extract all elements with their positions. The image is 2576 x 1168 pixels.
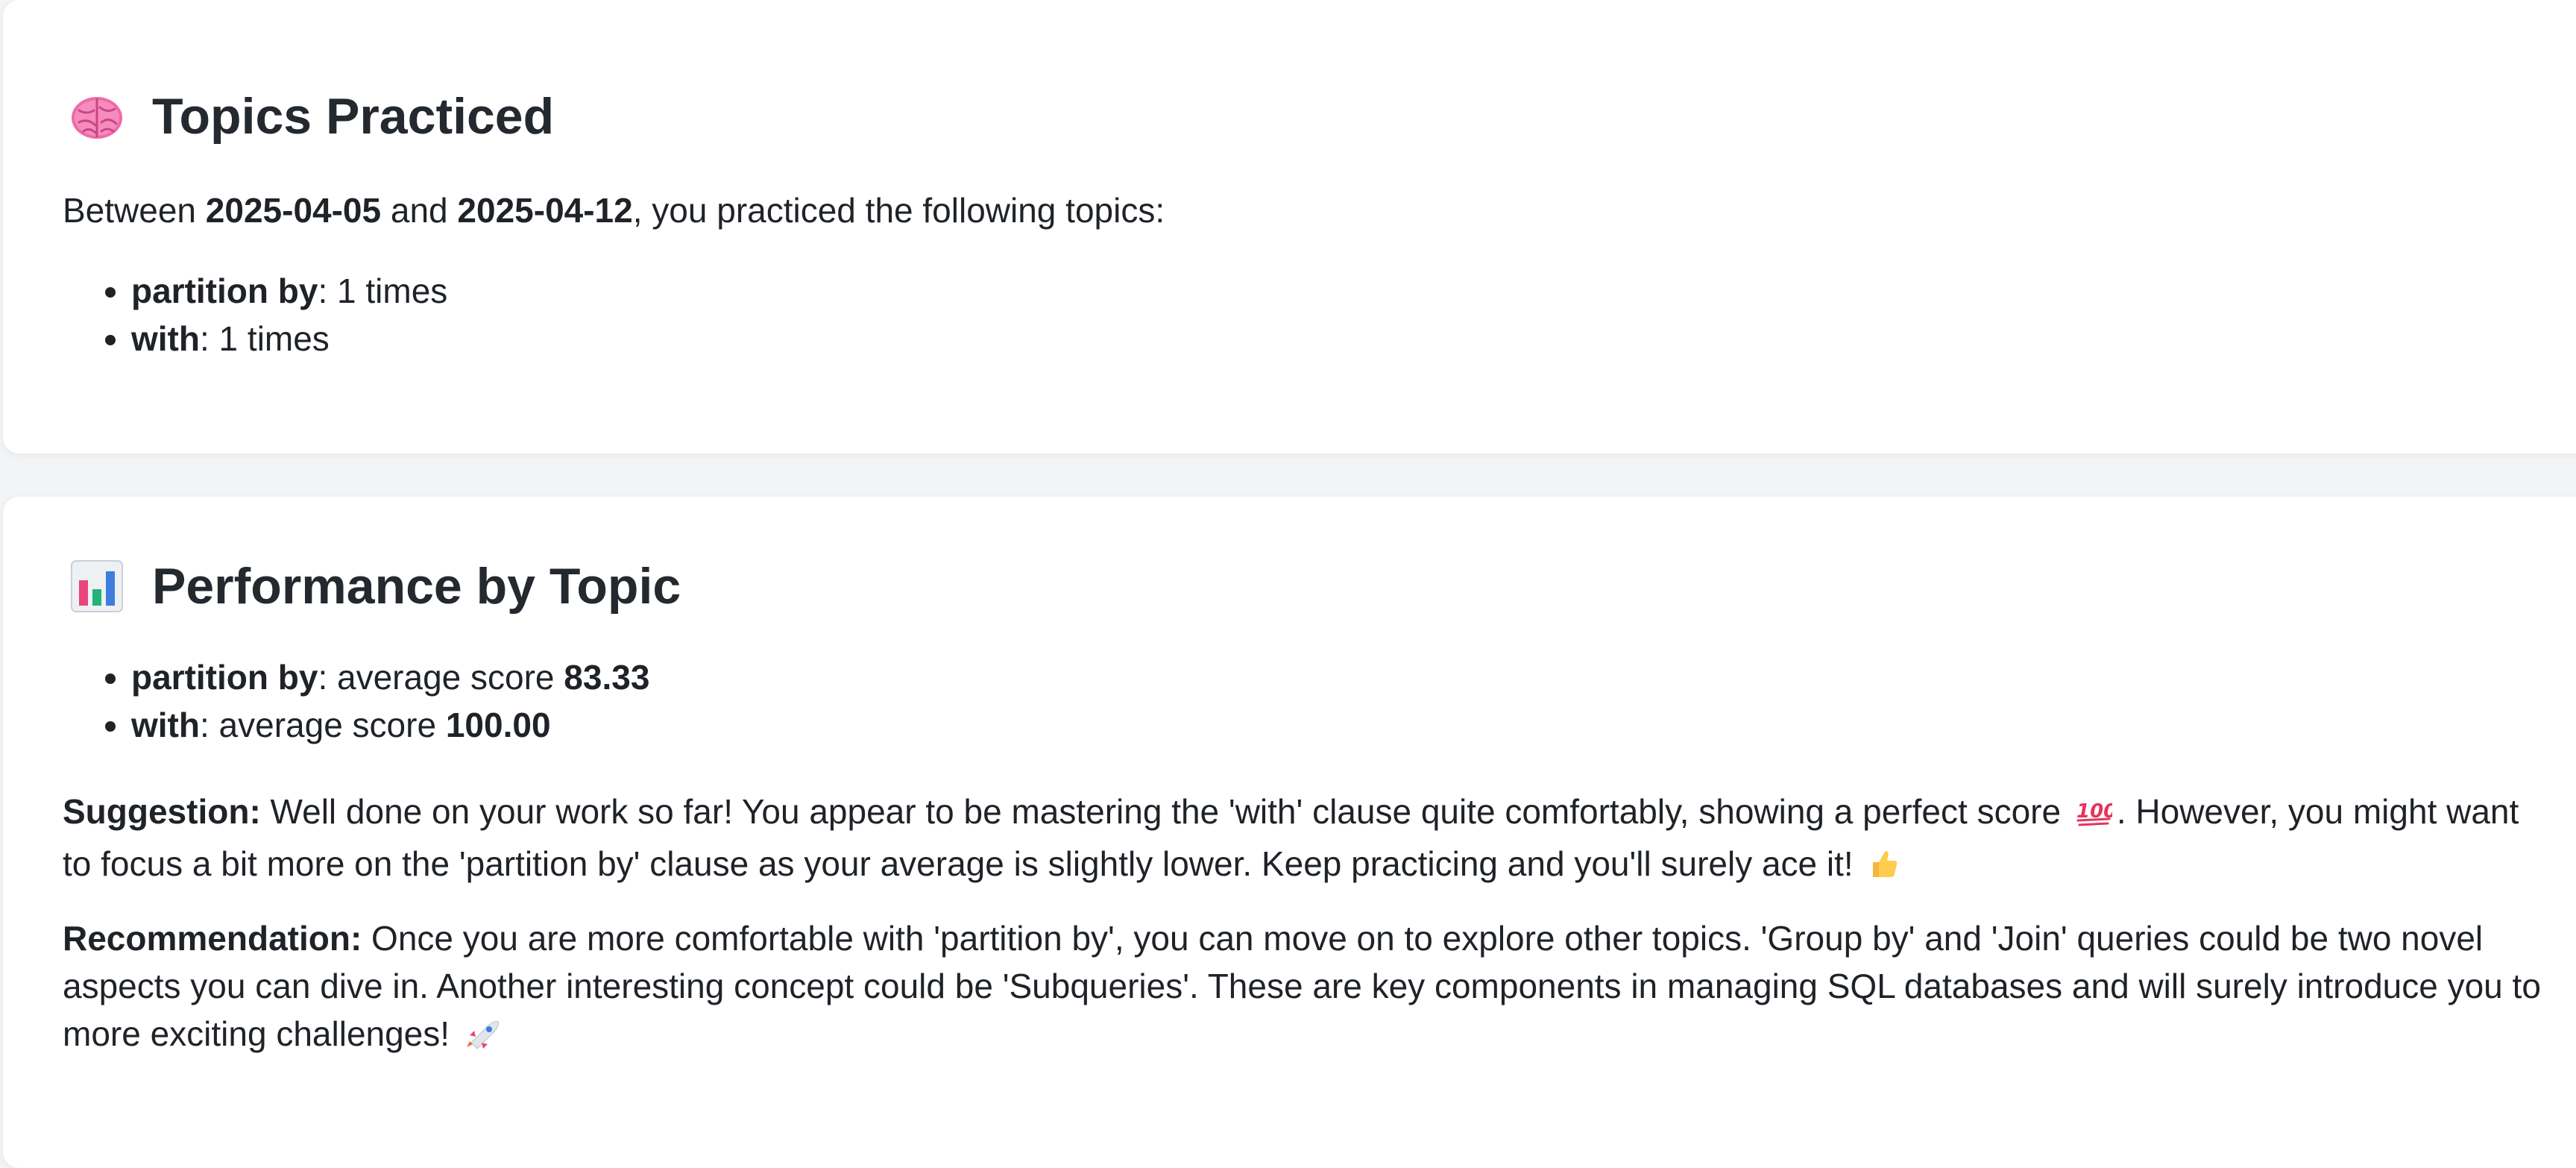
bar-chart-icon (69, 558, 125, 615)
topics-practiced-heading: Topics Practiced (69, 88, 554, 145)
suggestion-label: Suggestion: (63, 792, 261, 831)
topics-practiced-title: Topics Practiced (152, 88, 555, 145)
list-item: partition by: average score 83.33 (131, 653, 649, 701)
topics-practiced-card: Topics Practiced Between 2025-04-05 and … (3, 0, 2576, 453)
suggestion-paragraph: Suggestion: Well done on your work so fa… (63, 788, 2553, 892)
hundred-points-icon: 100 (2075, 792, 2117, 840)
list-item: with: 1 times (131, 315, 447, 362)
performance-heading: Performance by Topic (69, 558, 681, 615)
topics-list: partition by: 1 times with: 1 times (63, 267, 447, 362)
performance-card: Performance by Topic partition by: avera… (3, 497, 2576, 1168)
topics-intro: Between 2025-04-05 and 2025-04-12, you p… (63, 191, 1165, 230)
list-item: with: average score 100.00 (131, 701, 649, 749)
recommendation-paragraph: Recommendation: Once you are more comfor… (63, 914, 2553, 1062)
start-date: 2025-04-05 (205, 191, 382, 230)
list-item: partition by: 1 times (131, 267, 447, 315)
brain-icon (69, 88, 125, 145)
rocket-icon (464, 1014, 501, 1062)
recommendation-label: Recommendation: (63, 919, 362, 958)
performance-title: Performance by Topic (152, 558, 681, 615)
thumbs-up-icon (1867, 844, 1900, 892)
performance-list: partition by: average score 83.33 with: … (63, 653, 649, 749)
end-date: 2025-04-12 (457, 191, 633, 230)
